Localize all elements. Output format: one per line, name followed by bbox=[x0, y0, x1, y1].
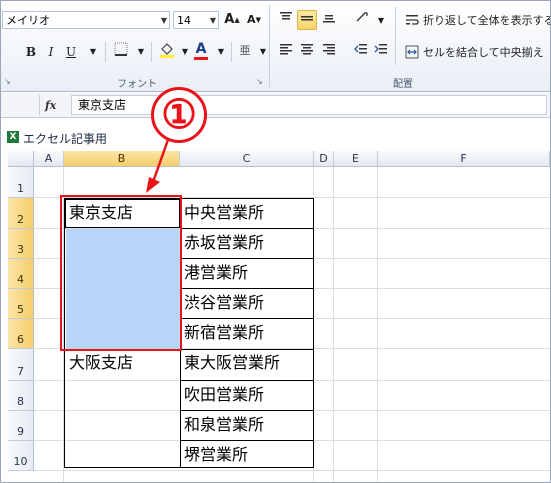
annotation-marker: ① bbox=[151, 87, 207, 143]
annotation-arrow bbox=[146, 136, 171, 193]
annotation-marker-text: ① bbox=[161, 91, 197, 138]
excel-window: メイリオ ▼ 14 ▼ A▲ A▼ B I U ▼ ▼ ▼ A ▼ 亜 ▼ フォ… bbox=[0, 0, 551, 483]
